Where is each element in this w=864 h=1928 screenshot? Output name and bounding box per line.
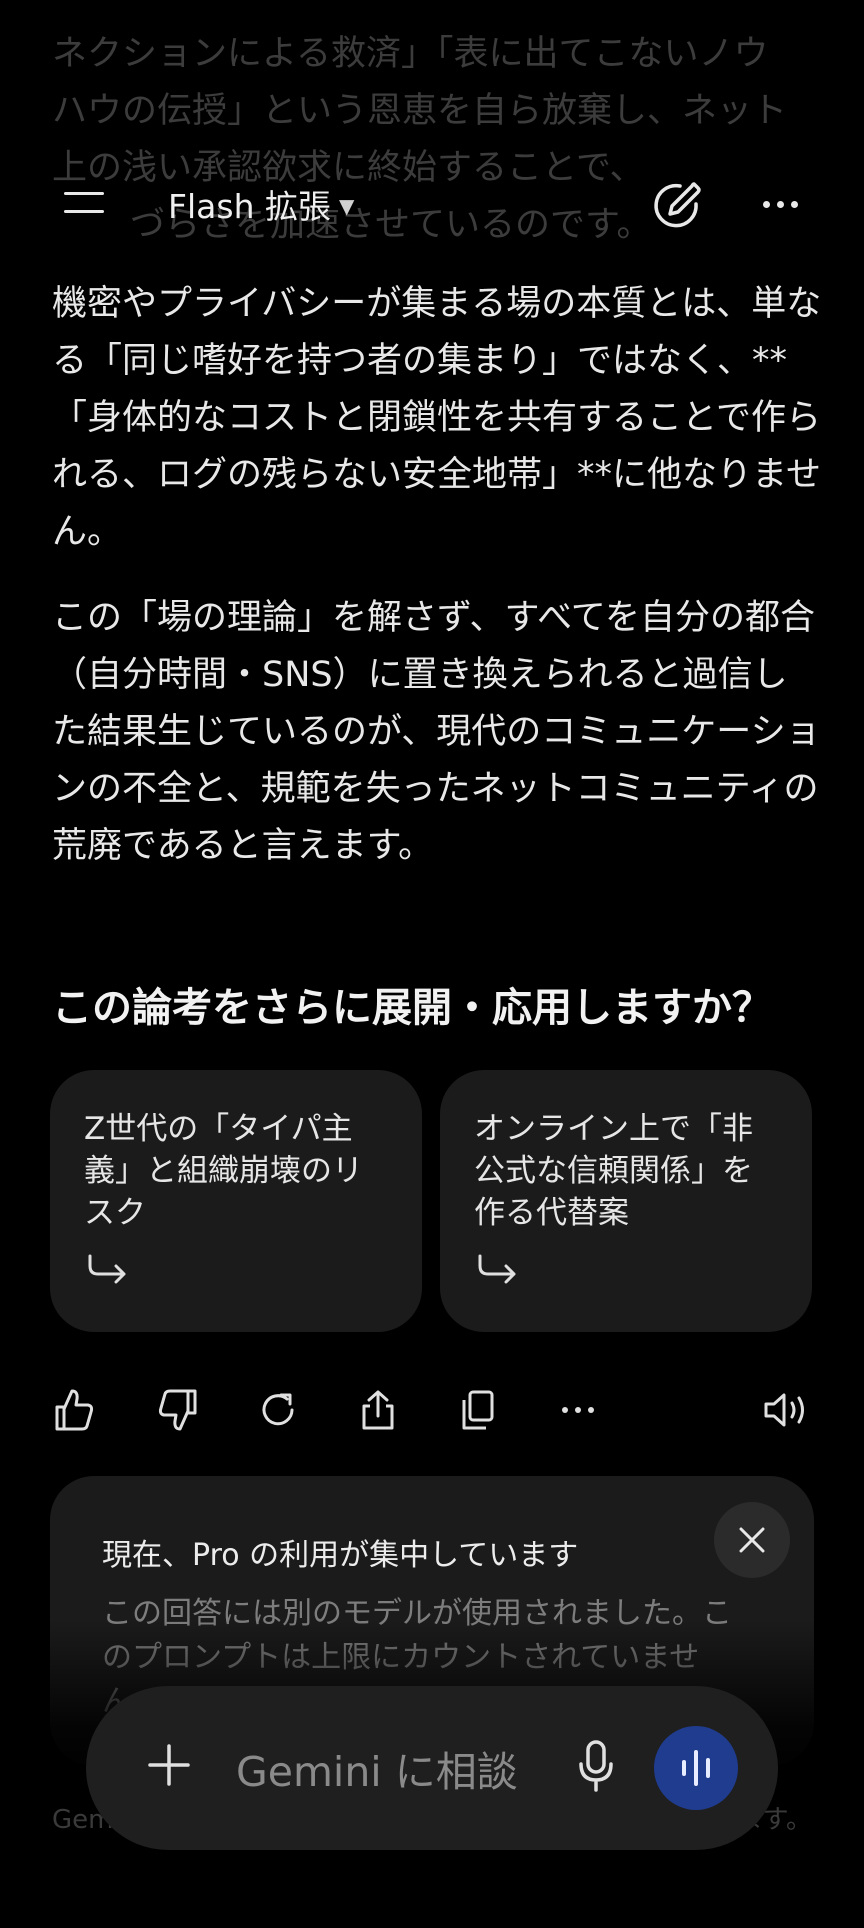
response-paragraph-2: この「場の理論」を解さず、すべてを自分の都合（自分時間・SNS）に置き換えられる… <box>52 598 821 866</box>
add-attachment-button[interactable] <box>146 1742 192 1788</box>
overflow-menu-button[interactable] <box>756 180 804 228</box>
suggestion-card-2[interactable]: オンライン上で「非公式な信頼関係」を作る代替案 <box>440 1070 812 1332</box>
top-app-bar: Flash 拡張 ▼ <box>0 150 864 260</box>
menu-button[interactable] <box>64 188 104 218</box>
new-chat-button[interactable] <box>650 178 704 232</box>
share-icon[interactable] <box>352 1380 404 1440</box>
faded-line: ネクションによる救済」「表に出てこないノウ <box>52 34 769 74</box>
edit-icon <box>654 182 701 228</box>
suggestion-text: オンライン上で「非公式な信頼関係」を作る代替案 <box>474 1111 753 1231</box>
speaker-icon[interactable] <box>760 1380 812 1440</box>
more-dot-icon <box>762 200 770 208</box>
suggestion-card-1[interactable]: Z世代の「タイパ主義」と組織崩壊のリスク <box>50 1070 422 1332</box>
thumbs-up-icon[interactable] <box>48 1380 100 1440</box>
response-paragraph-1: 機密やプライバシーが集まる場の本質とは、単なる「同じ嗜好を持つ者の集まり」ではな… <box>52 284 822 552</box>
reply-arrow-icon <box>88 1254 126 1284</box>
notice-close-button[interactable] <box>714 1502 790 1578</box>
model-picker[interactable]: Flash 拡張 ▼ <box>168 180 354 228</box>
thumbs-down-icon[interactable] <box>152 1380 204 1440</box>
suggestion-text: Z世代の「タイパ主義」と組織崩壊のリスク <box>84 1111 363 1231</box>
voice-wave-icon <box>682 1750 710 1786</box>
reply-arrow-icon <box>478 1254 516 1284</box>
menu-icon <box>64 210 104 213</box>
voice-mode-button[interactable] <box>654 1726 738 1810</box>
menu-icon <box>64 192 104 195</box>
model-label: Flash 拡張 <box>168 187 331 226</box>
regenerate-icon[interactable] <box>252 1380 304 1440</box>
followup-heading: この論考をさらに展開・応用しますか？ <box>52 985 772 1031</box>
copy-icon[interactable] <box>452 1380 504 1440</box>
response-actions <box>0 1380 864 1440</box>
faded-line: ハウの伝授」という恩恵を自ら放棄し、ネット <box>52 91 788 131</box>
prompt-input[interactable]: Gemini に相談 <box>236 1738 518 1798</box>
close-icon <box>739 1527 765 1553</box>
message-composer: Gemini に相談 <box>86 1686 778 1850</box>
microphone-icon[interactable] <box>576 1738 616 1794</box>
notice-title: 現在、Pro の利用が集中しています <box>102 1538 579 1573</box>
more-dot-icon <box>776 200 784 208</box>
more-dot-icon <box>790 200 798 208</box>
more-options-icon[interactable] <box>552 1380 604 1440</box>
chevron-down-icon: ▼ <box>338 194 355 218</box>
